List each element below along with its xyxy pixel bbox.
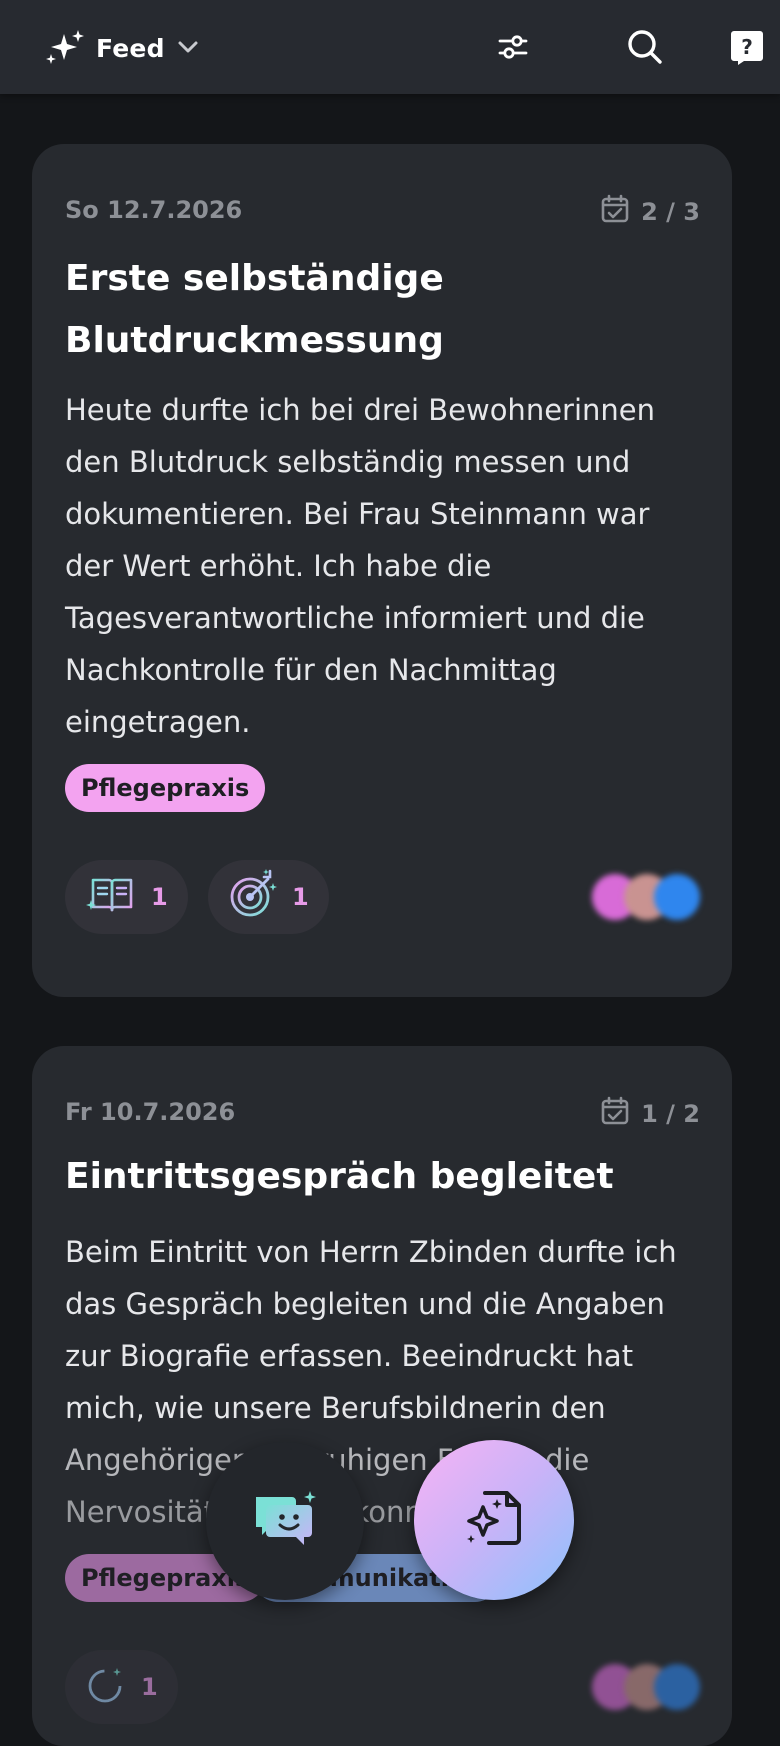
stat-reflections[interactable]: 1	[65, 860, 188, 934]
chat-assistant-button[interactable]	[206, 1442, 364, 1600]
stat-count: 1	[292, 883, 309, 911]
goal-progress-icon	[85, 1664, 129, 1710]
reflection-book-icon	[85, 874, 139, 920]
entry-body: Beim Eintritt von Herrn Zbinden durfte i…	[65, 1226, 705, 1538]
entry-body: Heute durfte ich bei drei Bewohnerinnen …	[65, 393, 655, 739]
top-app-bar: Feed ?	[0, 0, 780, 94]
journal-entry-card[interactable]: So 12.7.2026 2 / 3 Erste selbständige Bl…	[32, 144, 732, 997]
calendar-check-icon	[601, 194, 629, 230]
entry-title: Erste selbständige Blutdruckmessung	[65, 258, 444, 361]
entry-title: Eintrittsgespräch begleitet	[65, 1156, 614, 1197]
avatar-stack[interactable]	[592, 1664, 702, 1712]
stat-goal-progress[interactable]: 1	[65, 1650, 178, 1724]
entry-body-line: das Gespräch begleiten und die Angaben	[65, 1287, 665, 1321]
entry-body-line: Beim Eintritt von Herrn Zbinden durfte i…	[65, 1235, 677, 1269]
avatar-stack[interactable]	[592, 874, 702, 922]
filter-sliders-icon[interactable]	[492, 26, 534, 68]
entry-body-line: Nervosität nehmen konnte.	[65, 1495, 462, 1529]
feed-label: Feed	[96, 33, 165, 63]
search-icon[interactable]	[624, 26, 666, 68]
entry-body-line: Angehörigen mit ruhigen Fragen die	[65, 1443, 590, 1477]
entry-body-line: zur Biografie erfassen. Beeindruckt hat	[65, 1339, 634, 1373]
sparkles-icon	[44, 28, 84, 68]
svg-text:?: ?	[741, 35, 753, 59]
calendar-check-icon	[601, 1096, 629, 1132]
target-goal-icon	[228, 869, 280, 925]
chevron-down-icon	[177, 39, 199, 58]
stat-count: 1	[141, 1673, 158, 1701]
entry-progress: 1 / 2	[601, 1096, 700, 1132]
new-entry-sparkle-icon	[463, 1489, 525, 1551]
help-icon[interactable]: ?	[726, 26, 768, 68]
stat-count: 1	[151, 883, 168, 911]
entry-progress: 2 / 3	[601, 194, 700, 230]
tag-pflegepraxis[interactable]: Pflegepraxis	[65, 764, 266, 812]
entry-progress-text: 2 / 3	[641, 198, 700, 226]
entry-date: So 12.7.2026	[65, 196, 243, 224]
feed-switcher[interactable]: Feed	[44, 28, 199, 68]
stat-goals[interactable]: 1	[208, 860, 329, 934]
entry-progress-text: 1 / 2	[641, 1100, 700, 1128]
entry-date: Fr 10.7.2026	[65, 1098, 236, 1126]
avatar	[654, 874, 700, 920]
journal-entry-card[interactable]: Fr 10.7.2026 1 / 2 Eintrittsgespräch beg…	[32, 1046, 732, 1746]
avatar	[654, 1664, 700, 1710]
new-entry-button[interactable]	[414, 1440, 574, 1600]
chat-assistant-icon	[252, 1489, 318, 1553]
entry-body-line: mich, wie unsere Berufsbildnerin den	[65, 1391, 606, 1425]
